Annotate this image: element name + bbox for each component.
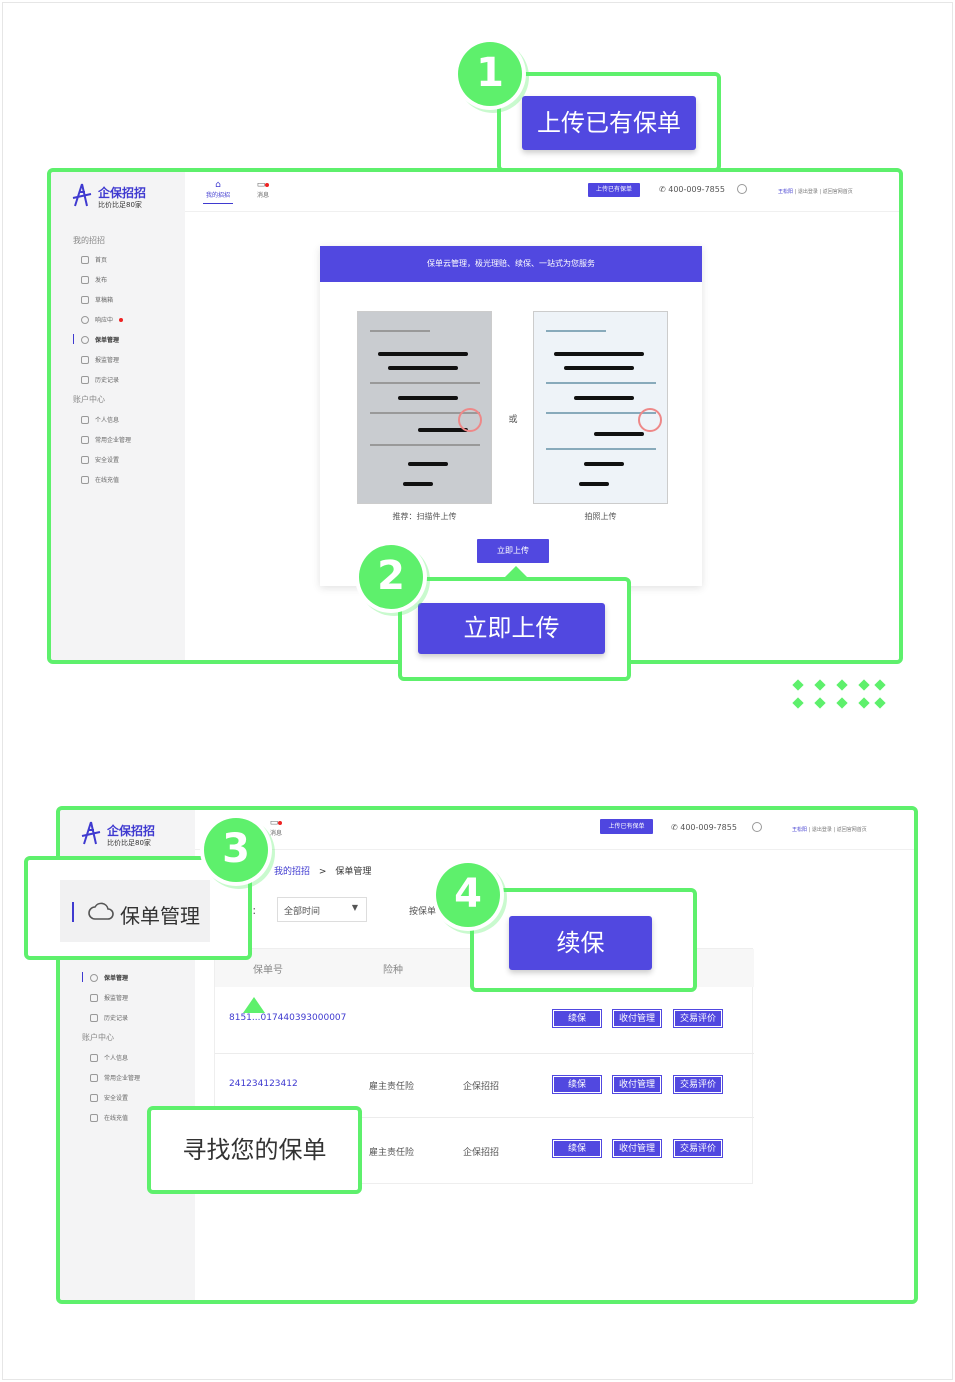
- step-4-badge: 4: [436, 863, 500, 927]
- callout-2-pointer: [504, 566, 528, 578]
- row-pointer-icon: [243, 997, 265, 1013]
- policy-management-highlight[interactable]: 保单管理: [60, 880, 210, 942]
- step-1-badge: 1: [458, 42, 522, 106]
- active-indicator: [72, 902, 74, 922]
- step-2-badge: 2: [359, 545, 423, 609]
- find-policy-text: 寻找您的保单: [182, 1136, 327, 1164]
- cloud-icon: [88, 902, 114, 920]
- policy-management-label: 保单管理: [120, 904, 200, 928]
- upload-now-button-large[interactable]: 立即上传: [418, 603, 605, 654]
- renew-button-large[interactable]: 续保: [509, 916, 652, 970]
- upload-existing-policy-button-large[interactable]: 上传已有保单: [522, 96, 696, 150]
- step-3-badge: 3: [204, 818, 268, 882]
